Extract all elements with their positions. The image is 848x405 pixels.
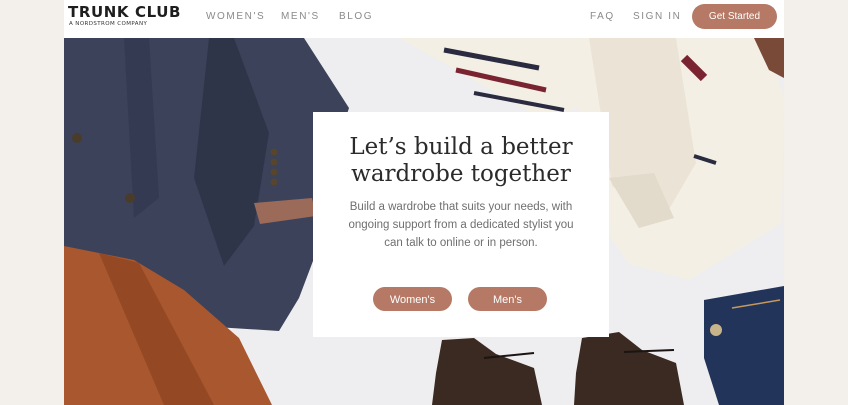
leather-boots-illustration — [432, 332, 684, 405]
nav-womens-link[interactable]: WOMEN'S — [206, 11, 265, 22]
womens-button[interactable]: Women's — [373, 287, 452, 311]
hero-card: Let’s build a better wardrobe together B… — [313, 112, 609, 337]
site-header: TRUNK CLUB A NORDSTROM COMPANY WOMEN'S M… — [64, 0, 784, 38]
hero-headline: Let’s build a better wardrobe together — [349, 134, 573, 187]
page: TRUNK CLUB A NORDSTROM COMPANY WOMEN'S M… — [64, 0, 784, 405]
nav-mens-link[interactable]: MEN'S — [281, 11, 320, 22]
get-started-button[interactable]: Get Started — [692, 4, 777, 29]
trunk-club-logo[interactable]: TRUNK CLUB A NORDSTROM COMPANY — [68, 3, 181, 27]
logo-name: TRUNK CLUB — [68, 3, 182, 21]
nav-faq-link[interactable]: FAQ — [590, 11, 615, 22]
mens-button[interactable]: Men's — [468, 287, 547, 311]
hero-description: Build a wardrobe that suits your needs, … — [348, 201, 574, 249]
nav-sign-in-link[interactable]: SIGN IN — [633, 11, 681, 22]
hero-section: Let’s build a better wardrobe together B… — [64, 38, 784, 405]
nav-blog-link[interactable]: BLOG — [339, 11, 373, 22]
logo-tagline: A NORDSTROM COMPANY — [69, 21, 148, 27]
